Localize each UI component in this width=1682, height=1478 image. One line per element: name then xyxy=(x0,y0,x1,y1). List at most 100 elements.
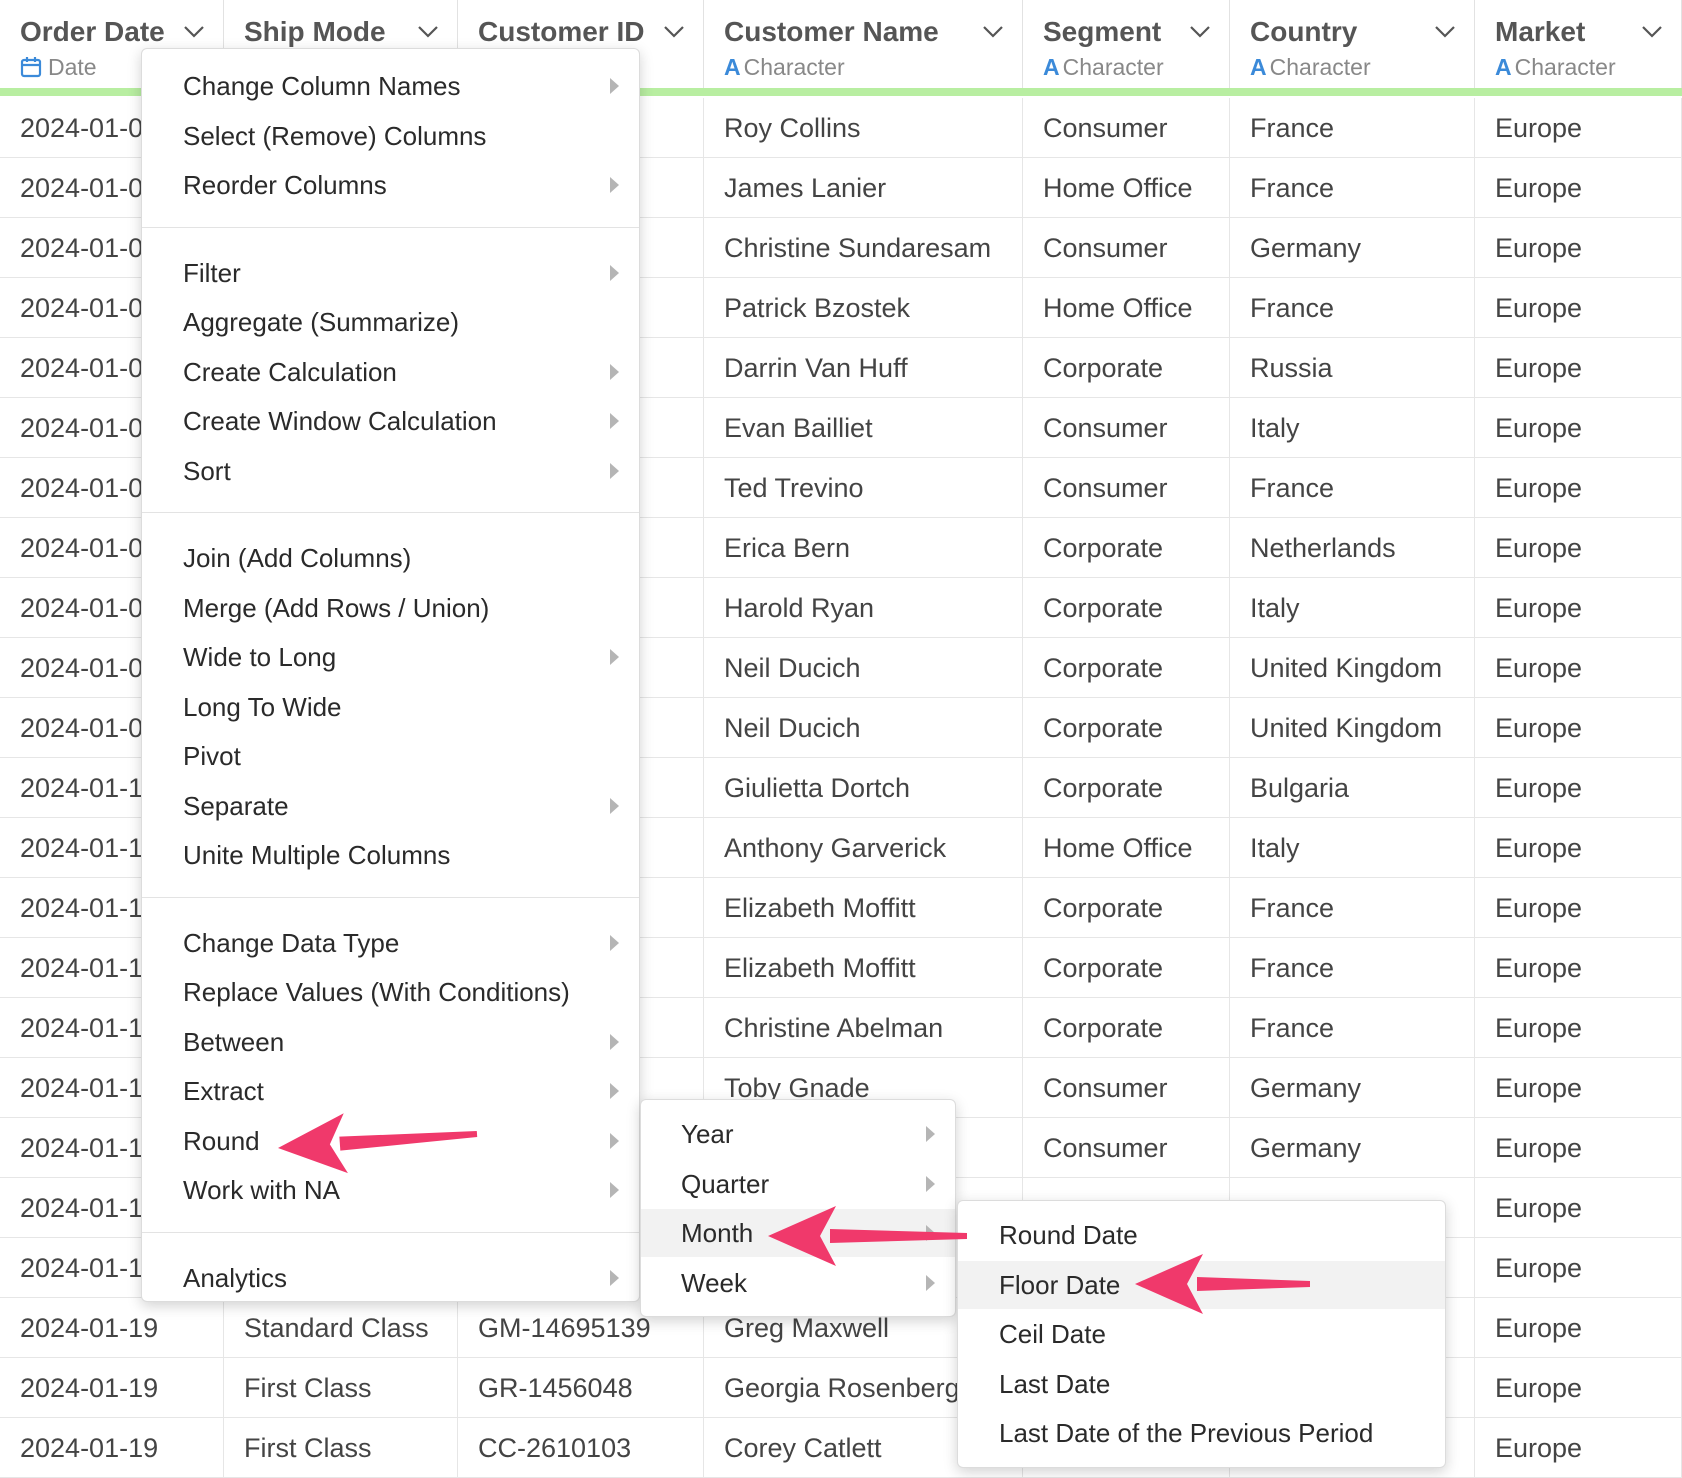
menu-item-change-column-names[interactable]: Change Column Names xyxy=(142,62,639,110)
cell-customer-name[interactable]: Darrin Van Huff xyxy=(704,338,1023,398)
cell-market[interactable]: Europe xyxy=(1475,1058,1682,1118)
cell-market[interactable]: Europe xyxy=(1475,758,1682,818)
cell-customer-id[interactable]: CC-2610103 xyxy=(458,1418,704,1478)
cell-customer-name[interactable]: Ted Trevino xyxy=(704,458,1023,518)
cell-country[interactable]: Italy xyxy=(1230,578,1475,638)
cell-customer-name[interactable]: Patrick Bzostek xyxy=(704,278,1023,338)
cell-market[interactable]: Europe xyxy=(1475,218,1682,278)
menu-item-long-to-wide[interactable]: Long To Wide xyxy=(142,683,639,731)
menu-item-unite-multiple-columns[interactable]: Unite Multiple Columns xyxy=(142,831,639,879)
cell-order-date[interactable]: 2024-01-19 xyxy=(0,1418,224,1478)
column-header-customer-name[interactable]: Customer Name A Character xyxy=(704,0,1023,88)
cell-market[interactable]: Europe xyxy=(1475,1238,1682,1298)
cell-market[interactable]: Europe xyxy=(1475,98,1682,158)
chevron-down-icon[interactable] xyxy=(1432,18,1458,44)
cell-country[interactable]: Italy xyxy=(1230,398,1475,458)
menu-item-join-add-columns[interactable]: Join (Add Columns) xyxy=(142,534,639,582)
cell-customer-id[interactable]: GR-1456048 xyxy=(458,1358,704,1418)
cell-market[interactable]: Europe xyxy=(1475,518,1682,578)
cell-country[interactable]: Russia xyxy=(1230,338,1475,398)
cell-market[interactable]: Europe xyxy=(1475,278,1682,338)
menu-item-select-remove-columns[interactable]: Select (Remove) Columns xyxy=(142,112,639,160)
menu-item-pivot[interactable]: Pivot xyxy=(142,732,639,780)
chevron-down-icon[interactable] xyxy=(661,18,687,44)
cell-country[interactable]: France xyxy=(1230,158,1475,218)
cell-segment[interactable]: Home Office xyxy=(1023,158,1230,218)
cell-market[interactable]: Europe xyxy=(1475,398,1682,458)
cell-market[interactable]: Europe xyxy=(1475,158,1682,218)
menu-item-filter[interactable]: Filter xyxy=(142,249,639,297)
cell-order-date[interactable]: 2024-01-19 xyxy=(0,1358,224,1418)
cell-segment[interactable]: Corporate xyxy=(1023,518,1230,578)
cell-customer-name[interactable]: Elizabeth Moffitt xyxy=(704,938,1023,998)
menu-item-create-window-calculation[interactable]: Create Window Calculation xyxy=(142,397,639,445)
cell-segment[interactable]: Corporate xyxy=(1023,998,1230,1058)
cell-ship-mode[interactable]: First Class xyxy=(224,1358,458,1418)
cell-segment[interactable]: Corporate xyxy=(1023,878,1230,938)
cell-country[interactable]: Netherlands xyxy=(1230,518,1475,578)
column-header-market[interactable]: Market A Character xyxy=(1475,0,1682,88)
menu-item-between[interactable]: Between xyxy=(142,1018,639,1066)
cell-market[interactable]: Europe xyxy=(1475,998,1682,1058)
cell-segment[interactable]: Consumer xyxy=(1023,1058,1230,1118)
cell-segment[interactable]: Corporate xyxy=(1023,938,1230,998)
cell-country[interactable]: France xyxy=(1230,878,1475,938)
menu-item-reorder-columns[interactable]: Reorder Columns xyxy=(142,161,639,209)
menu-item-change-data-type[interactable]: Change Data Type xyxy=(142,919,639,967)
cell-country[interactable]: Italy xyxy=(1230,818,1475,878)
cell-customer-name[interactable]: Roy Collins xyxy=(704,98,1023,158)
chevron-down-icon[interactable] xyxy=(1639,18,1665,44)
cell-country[interactable]: France xyxy=(1230,458,1475,518)
cell-market[interactable]: Europe xyxy=(1475,638,1682,698)
menu-item-wide-to-long[interactable]: Wide to Long xyxy=(142,633,639,681)
cell-market[interactable]: Europe xyxy=(1475,458,1682,518)
cell-order-date[interactable]: 2024-01-19 xyxy=(0,1298,224,1358)
cell-segment[interactable]: Corporate xyxy=(1023,638,1230,698)
cell-segment[interactable]: Corporate xyxy=(1023,698,1230,758)
cell-customer-name[interactable]: Giulietta Dortch xyxy=(704,758,1023,818)
cell-segment[interactable]: Corporate xyxy=(1023,338,1230,398)
cell-country[interactable]: France xyxy=(1230,278,1475,338)
cell-customer-name[interactable]: Elizabeth Moffitt xyxy=(704,878,1023,938)
cell-market[interactable]: Europe xyxy=(1475,1118,1682,1178)
cell-customer-name[interactable]: Christine Sundaresam xyxy=(704,218,1023,278)
menu-item-last-date-of-the-previous-period[interactable]: Last Date of the Previous Period xyxy=(958,1409,1445,1457)
cell-market[interactable]: Europe xyxy=(1475,338,1682,398)
menu-item-create-calculation[interactable]: Create Calculation xyxy=(142,348,639,396)
cell-segment[interactable]: Consumer xyxy=(1023,218,1230,278)
column-header-segment[interactable]: Segment A Character xyxy=(1023,0,1230,88)
cell-segment[interactable]: Home Office xyxy=(1023,278,1230,338)
cell-market[interactable]: Europe xyxy=(1475,1178,1682,1238)
cell-customer-name[interactable]: Neil Ducich xyxy=(704,698,1023,758)
cell-country[interactable]: Bulgaria xyxy=(1230,758,1475,818)
cell-segment[interactable]: Corporate xyxy=(1023,758,1230,818)
cell-segment[interactable]: Consumer xyxy=(1023,398,1230,458)
cell-segment[interactable]: Corporate xyxy=(1023,578,1230,638)
cell-segment[interactable]: Consumer xyxy=(1023,1118,1230,1178)
menu-item-analytics[interactable]: Analytics xyxy=(142,1254,639,1302)
cell-customer-name[interactable]: James Lanier xyxy=(704,158,1023,218)
menu-item-sort[interactable]: Sort xyxy=(142,447,639,495)
chevron-down-icon[interactable] xyxy=(980,18,1006,44)
cell-market[interactable]: Europe xyxy=(1475,1298,1682,1358)
menu-item-last-date[interactable]: Last Date xyxy=(958,1360,1445,1408)
menu-item-merge-add-rows-union[interactable]: Merge (Add Rows / Union) xyxy=(142,584,639,632)
cell-country[interactable]: France xyxy=(1230,998,1475,1058)
menu-item-replace-values-with-conditions[interactable]: Replace Values (With Conditions) xyxy=(142,968,639,1016)
cell-market[interactable]: Europe xyxy=(1475,578,1682,638)
cell-country[interactable]: United Kingdom xyxy=(1230,698,1475,758)
chevron-down-icon[interactable] xyxy=(415,18,441,44)
menu-item-aggregate-summarize[interactable]: Aggregate (Summarize) xyxy=(142,298,639,346)
menu-item-year[interactable]: Year xyxy=(641,1110,955,1158)
cell-customer-name[interactable]: Anthony Garverick xyxy=(704,818,1023,878)
cell-ship-mode[interactable]: First Class xyxy=(224,1418,458,1478)
cell-market[interactable]: Europe xyxy=(1475,1418,1682,1478)
cell-market[interactable]: Europe xyxy=(1475,1358,1682,1418)
cell-ship-mode[interactable]: Standard Class xyxy=(224,1298,458,1358)
cell-customer-name[interactable]: Evan Bailliet xyxy=(704,398,1023,458)
cell-segment[interactable]: Consumer xyxy=(1023,458,1230,518)
chevron-down-icon[interactable] xyxy=(1187,18,1213,44)
cell-market[interactable]: Europe xyxy=(1475,938,1682,998)
cell-market[interactable]: Europe xyxy=(1475,818,1682,878)
cell-segment[interactable]: Home Office xyxy=(1023,818,1230,878)
